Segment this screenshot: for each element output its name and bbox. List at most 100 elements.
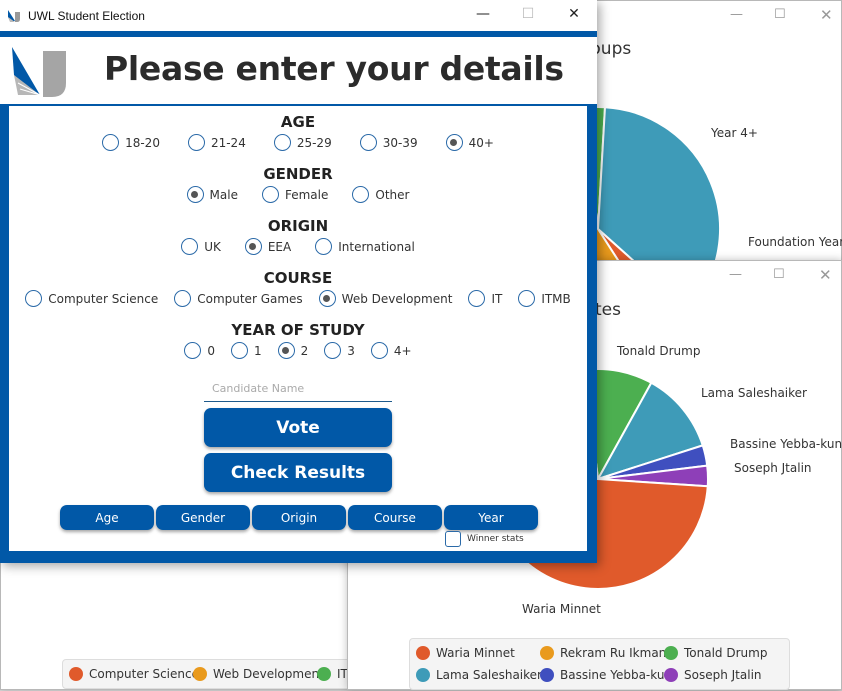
radio-unchecked-icon[interactable] [25, 290, 43, 307]
radio-unchecked-icon[interactable] [518, 290, 536, 307]
radio-option[interactable]: Computer Science [25, 290, 158, 307]
radio-option[interactable]: 18-20 [102, 134, 160, 151]
close-button[interactable]: ✕ [559, 6, 589, 22]
radio-option[interactable]: IT [468, 290, 502, 307]
radio-label: 21-24 [210, 135, 246, 150]
radio-option[interactable]: 30-39 [359, 134, 418, 151]
radio-option[interactable]: ITMB [518, 290, 571, 307]
vote-button[interactable]: Vote [204, 408, 392, 447]
radio-option[interactable]: Female [261, 186, 329, 203]
legend-item: Rekram Ru Ikman [540, 646, 666, 660]
radio-label: Computer Games [197, 291, 303, 306]
radio-option[interactable]: International [315, 238, 415, 255]
legend-dot [540, 668, 554, 682]
radio-unchecked-icon[interactable] [468, 290, 486, 307]
radio-label: Female [284, 187, 329, 202]
pie-label: Foundation Year [748, 235, 842, 249]
radio-unchecked-icon[interactable] [315, 238, 333, 255]
year-of-study-label: YEAR OF STUDY [231, 321, 365, 339]
radio-option[interactable]: EEA [244, 238, 292, 255]
minimize-button[interactable]: — [468, 6, 498, 22]
origin-radio-group: UK EEA International [9, 238, 587, 255]
radio-label: EEA [267, 239, 292, 254]
radio-unchecked-icon[interactable] [261, 186, 279, 203]
uwl-logo-icon [12, 47, 66, 97]
checkbox-box[interactable] [445, 531, 461, 547]
radio-unchecked-icon[interactable] [102, 134, 120, 151]
origin-stats-button[interactable]: Origin [252, 505, 346, 530]
legend-dot [664, 668, 678, 682]
radio-option[interactable]: UK [181, 238, 221, 255]
radio-unchecked-icon[interactable] [174, 290, 192, 307]
gender-label: GENDER [263, 165, 333, 183]
radio-unchecked-icon[interactable] [181, 238, 199, 255]
gender-stats-button[interactable]: Gender [156, 505, 250, 530]
legend-label: Soseph Jtalin [684, 668, 762, 682]
radio-checked-icon[interactable] [186, 186, 204, 203]
radio-option[interactable]: Computer Games [174, 290, 303, 307]
radio-option[interactable]: Male [186, 186, 238, 203]
radio-option[interactable]: 2 [277, 342, 308, 359]
radio-option[interactable]: 21-24 [187, 134, 246, 151]
title-bar: UWL Student Election — ☐ ✕ [0, 0, 597, 31]
radio-option[interactable]: 40+ [445, 134, 494, 151]
radio-label: ITMB [541, 291, 571, 306]
radio-option[interactable]: 25-29 [273, 134, 332, 151]
winner-stats-label: Winner stats [467, 534, 524, 544]
check-results-button[interactable]: Check Results [204, 453, 392, 492]
legend-item: Tonald Drump [664, 646, 767, 660]
pie-label: Waria Minnet [522, 602, 601, 616]
year-chart-legend: Computer Science Web Development ITM [62, 659, 362, 689]
age-label: AGE [280, 113, 316, 131]
radio-label: 30-39 [382, 135, 418, 150]
radio-checked-icon[interactable] [277, 342, 295, 359]
radio-label: International [338, 239, 415, 254]
radio-label: 4+ [393, 343, 412, 358]
pie-label: Year 4+ [711, 126, 758, 140]
radio-label: 1 [254, 343, 262, 358]
radio-checked-icon[interactable] [445, 134, 463, 151]
radio-unchecked-icon[interactable] [359, 134, 377, 151]
radio-unchecked-icon[interactable] [370, 342, 388, 359]
candidate-name-input[interactable] [204, 376, 392, 402]
radio-option[interactable]: Web Development [318, 290, 452, 307]
radio-checked-icon[interactable] [318, 290, 336, 307]
course-stats-button[interactable]: Course [348, 505, 442, 530]
radio-label: 25-29 [296, 135, 332, 150]
radio-label: Male [209, 187, 238, 202]
radio-option[interactable]: 0 [184, 342, 215, 359]
pie-label: Tonald Drump [617, 344, 701, 358]
radio-option[interactable]: 1 [231, 342, 262, 359]
legend-dot [193, 667, 207, 681]
radio-label: Computer Science [48, 291, 159, 306]
radio-unchecked-icon[interactable] [352, 186, 370, 203]
radio-option[interactable]: 4+ [370, 342, 412, 359]
radio-label: 18-20 [125, 135, 160, 150]
header: Please enter your details [0, 37, 597, 104]
radio-label: UK [204, 239, 221, 254]
radio-unchecked-icon[interactable] [231, 342, 248, 359]
radio-unchecked-icon[interactable] [187, 134, 205, 151]
radio-unchecked-icon[interactable] [273, 134, 291, 151]
maximize-button[interactable]: ☐ [513, 6, 543, 22]
radio-option[interactable]: 3 [324, 342, 355, 359]
legend-label: Bassine Yebba-kun [560, 668, 673, 682]
candidate-chart-legend: Waria Minnet Rekram Ru Ikman Tonald Drump L… [409, 638, 790, 690]
legend-item: Soseph Jtalin [664, 668, 762, 682]
radio-unchecked-icon[interactable] [324, 342, 342, 359]
window-title: UWL Student Election [28, 8, 145, 23]
legend-item: Computer Science [69, 667, 199, 681]
year-stats-button[interactable]: Year [444, 505, 538, 530]
winner-stats-checkbox[interactable]: Winner stats [445, 531, 524, 547]
age-stats-button[interactable]: Age [60, 505, 154, 530]
page-title: Please enter your details [104, 49, 564, 88]
details-form: AGE 18-20 21-24 25-29 30-39 40+ GENDER Male F… [9, 106, 587, 551]
course-label: COURSE [263, 269, 333, 287]
radio-unchecked-icon[interactable] [184, 342, 202, 359]
radio-checked-icon[interactable] [244, 238, 262, 255]
legend-item: Bassine Yebba-kun [540, 668, 672, 682]
radio-option[interactable]: Other [352, 186, 409, 203]
legend-label: Tonald Drump [684, 646, 768, 660]
radio-label: 3 [347, 343, 355, 358]
legend-label: Lama Saleshaiker [436, 668, 542, 682]
